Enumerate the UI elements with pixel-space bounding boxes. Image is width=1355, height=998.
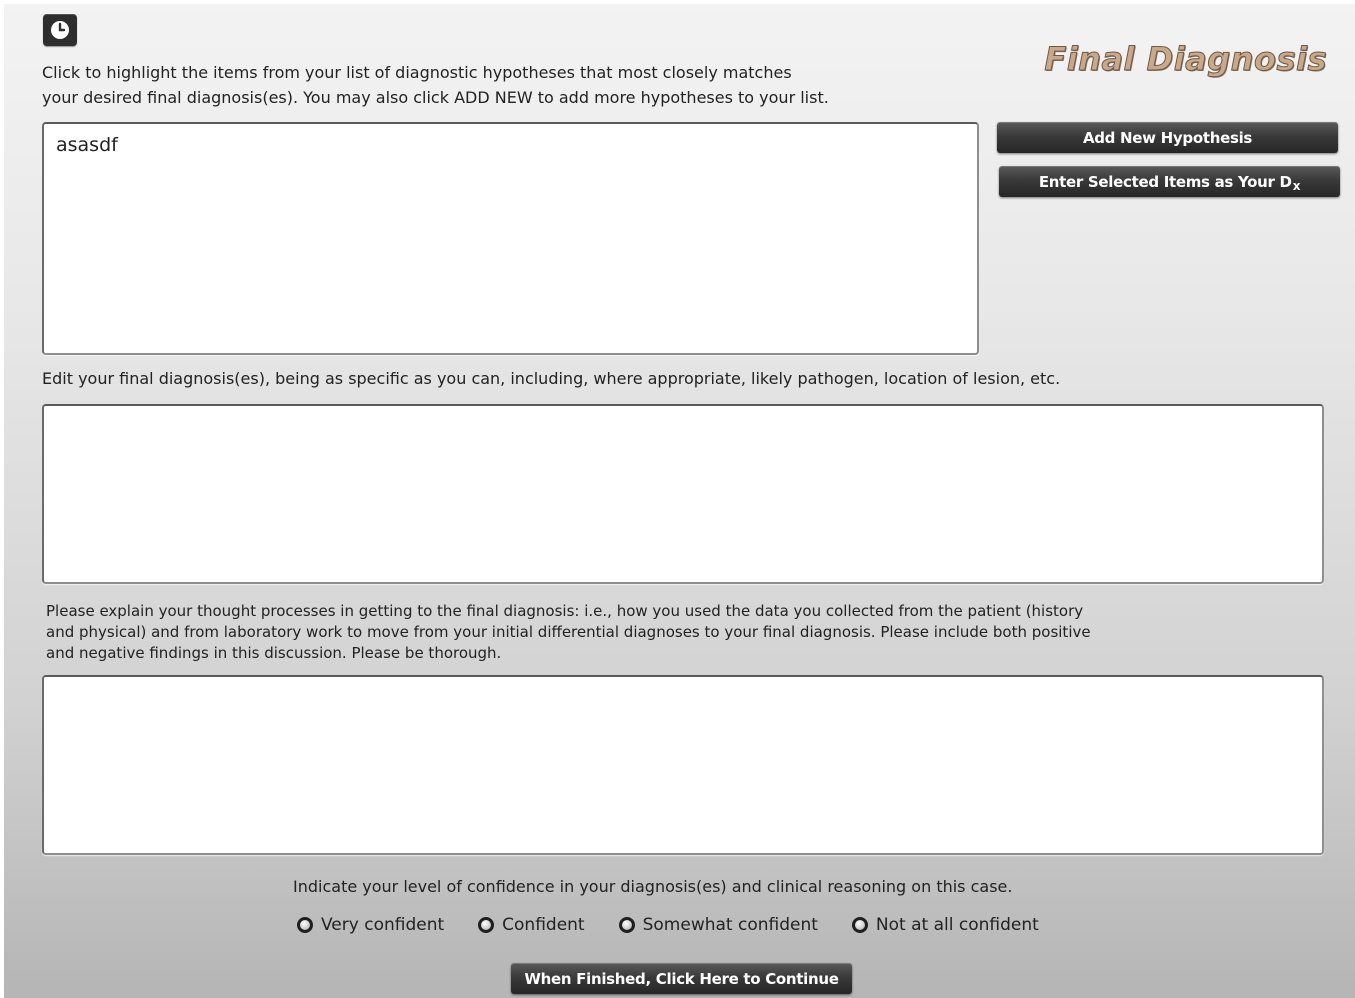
explain-instructions: Please explain your thought processes in… — [46, 601, 1091, 664]
hypothesis-list[interactable]: asasdf — [42, 122, 979, 355]
hypothesis-item[interactable]: asasdf — [56, 134, 118, 156]
radio-button-icon[interactable] — [297, 917, 313, 933]
add-hypothesis-button[interactable]: Add New Hypothesis — [997, 122, 1338, 153]
enter-selected-label: Enter Selected Items as Your D — [1038, 172, 1292, 191]
highlight-instructions-line1: Click to highlight the items from your l… — [42, 63, 792, 82]
radio-label: Confident — [502, 915, 585, 935]
explain-instructions-line1: Please explain your thought processes in… — [46, 602, 1084, 620]
continue-button[interactable]: When Finished, Click Here to Continue — [511, 963, 852, 994]
radio-label: Very confident — [321, 915, 445, 935]
confidence-radio-group: Very confident Confident Somewhat confid… — [297, 915, 1039, 935]
confidence-instructions: Indicate your level of confidence in you… — [293, 877, 1013, 896]
clock-icon — [51, 21, 69, 39]
enter-selected-subscript: x — [1292, 178, 1301, 193]
radio-label: Not at all confident — [875, 915, 1039, 935]
radio-confident[interactable]: Confident — [478, 915, 585, 935]
explain-instructions-line2: and physical) and from laboratory work t… — [46, 623, 1091, 641]
page-title: Final Diagnosis — [1044, 40, 1327, 79]
radio-not-at-all-confident[interactable]: Not at all confident — [851, 915, 1039, 935]
radio-button-icon[interactable] — [478, 917, 495, 933]
radio-very-confident[interactable]: Very confident — [297, 915, 444, 935]
final-diagnosis-panel: Final Diagnosis Click to highlight the i… — [4, 4, 1355, 998]
radio-somewhat-confident[interactable]: Somewhat confident — [618, 915, 818, 935]
highlight-instructions: Click to highlight the items from your l… — [42, 60, 829, 110]
final-diagnosis-field[interactable] — [42, 404, 1324, 584]
radio-button-icon[interactable] — [618, 917, 635, 933]
radio-label: Somewhat confident — [642, 915, 818, 935]
enter-selected-button[interactable]: Enter Selected Items as Your Dx — [999, 166, 1340, 197]
edit-instructions: Edit your final diagnosis(es), being as … — [42, 369, 1061, 388]
highlight-instructions-line2: your desired final diagnosis(es). You ma… — [42, 88, 829, 107]
radio-button-icon[interactable] — [851, 917, 868, 933]
reasoning-field[interactable] — [42, 675, 1324, 855]
explain-instructions-line3: and negative findings in this discussion… — [46, 644, 502, 662]
clock-button[interactable] — [43, 14, 77, 46]
